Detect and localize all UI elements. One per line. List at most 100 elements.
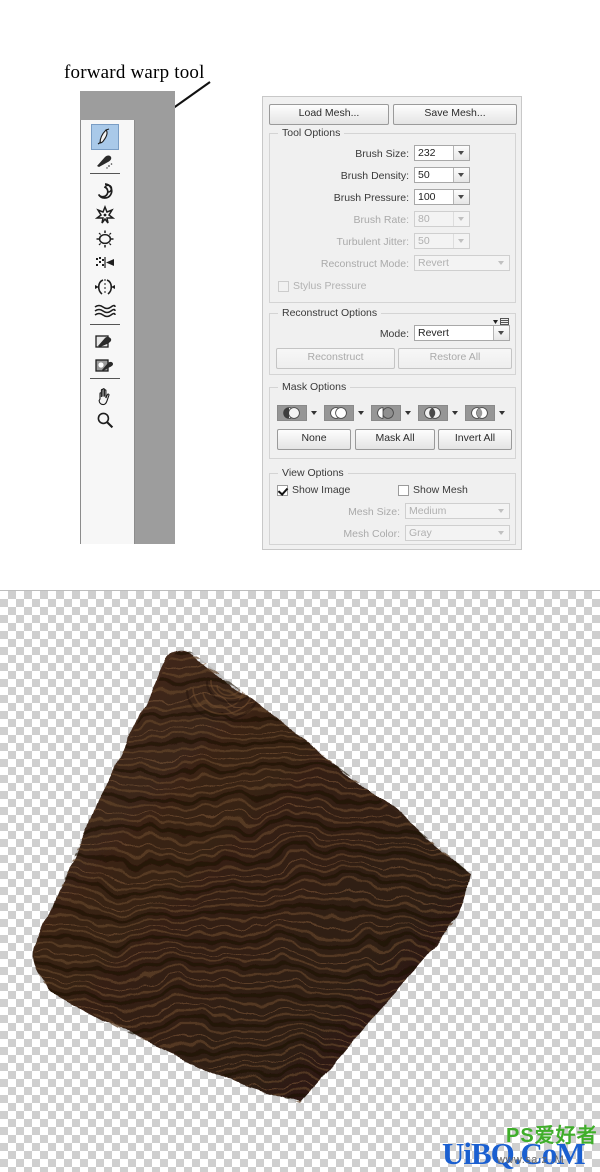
reconstruct-mode2-select[interactable]: Revert <box>414 325 510 341</box>
load-mesh-button[interactable]: Load Mesh... <box>269 104 389 125</box>
tool-pucker[interactable] <box>92 203 118 227</box>
reconstruct-options-group: Reconstruct Options Mode: Revert Reconst… <box>269 307 516 375</box>
turbulence-icon <box>94 304 116 318</box>
restore-all-button-label: Restore All <box>429 351 481 363</box>
brush-size-label: Brush Size: <box>355 148 409 160</box>
mask-subtract-icon <box>377 407 394 419</box>
tool-zoom[interactable] <box>92 408 118 432</box>
mask-mode-subtract-from-selection[interactable] <box>371 405 401 421</box>
zoom-icon <box>97 412 114 429</box>
brush-density-input[interactable]: 50 <box>414 167 470 183</box>
mesh-color-chevron-down-icon <box>494 526 509 540</box>
reconstruct-mode2-chevron-down-icon[interactable] <box>493 326 509 340</box>
brush-pressure-input[interactable]: 100 <box>414 189 470 205</box>
turbulent-jitter-label: Turbulent Jitter: <box>336 236 409 248</box>
tool-push-left[interactable] <box>92 251 118 275</box>
turbulent-jitter-input: 50 <box>414 233 470 249</box>
tool-reconstruct[interactable] <box>92 149 118 173</box>
tool-hand[interactable] <box>92 384 118 408</box>
mask-replace-chevron-down-icon[interactable] <box>311 411 317 415</box>
brush-size-chevron-down-icon[interactable] <box>453 146 469 160</box>
mirror-icon <box>95 279 115 295</box>
brush-rate-input: 80 <box>414 211 470 227</box>
reconstruct-mode2-value: Revert <box>418 327 449 339</box>
reconstruct-mode-label: Reconstruct Mode: <box>320 258 409 270</box>
tool-options-group: Tool Options Brush Size: 232 Brush Densi… <box>269 127 516 303</box>
show-image-checkbox[interactable] <box>277 485 288 496</box>
brush-pressure-value: 100 <box>418 191 436 203</box>
watermark-sub-text: www.sa z .M <box>497 1154 565 1166</box>
mask-intersect-icon <box>424 407 441 419</box>
reconstruct-button: Reconstruct <box>276 348 395 369</box>
tool-mirror[interactable] <box>92 275 118 299</box>
site-watermark: PS爱好者 UiBQ.CoM www.sa z .M <box>440 1124 600 1171</box>
stylus-pressure-checkbox <box>278 281 289 292</box>
mesh-color-value: Gray <box>409 527 432 539</box>
reconstruct-icon <box>97 155 113 169</box>
mesh-size-select: Medium <box>405 503 510 519</box>
brush-rate-value: 80 <box>418 213 430 225</box>
restore-all-button: Restore All <box>398 348 512 369</box>
show-mesh-checkbox[interactable] <box>398 485 409 496</box>
reconstruct-mode-value: Revert <box>418 257 449 269</box>
mask-all-button[interactable]: Mask All <box>355 429 435 450</box>
tool-separator-1 <box>90 173 120 174</box>
brush-density-chevron-down-icon[interactable] <box>453 168 469 182</box>
tool-forward-warp[interactable] <box>91 124 119 150</box>
tool-turbulence[interactable] <box>92 299 118 323</box>
brush-density-value: 50 <box>418 169 430 181</box>
tool-bloat[interactable] <box>92 227 118 251</box>
freeze-mask-icon <box>95 335 112 348</box>
liquify-options-panel: Load Mesh... Save Mesh... Tool Options B… <box>262 96 522 550</box>
view-options-title: View Options <box>278 467 348 479</box>
tool-palette-background <box>80 91 175 544</box>
mask-invert-all-label: Invert All <box>454 432 496 444</box>
mask-intersect-chevron-down-icon[interactable] <box>452 411 458 415</box>
load-mesh-label: Load Mesh... <box>298 107 360 119</box>
brush-pressure-chevron-down-icon[interactable] <box>453 190 469 204</box>
mesh-color-label: Mesh Color: <box>343 528 400 540</box>
mask-subtract-chevron-down-icon[interactable] <box>405 411 411 415</box>
save-mesh-button[interactable]: Save Mesh... <box>393 104 517 125</box>
brush-density-label: Brush Density: <box>340 170 409 182</box>
mask-invert-all-button[interactable]: Invert All <box>438 429 512 450</box>
twirl-icon <box>97 183 113 199</box>
wood-texture-shape <box>34 650 470 1103</box>
mesh-color-select: Gray <box>405 525 510 541</box>
brush-rate-chevron-down-icon <box>453 212 469 226</box>
reconstruct-mode-select: Revert <box>414 255 510 271</box>
thaw-mask-icon <box>95 359 113 372</box>
mask-invert-icon <box>471 407 488 419</box>
mask-mode-invert-selection[interactable] <box>465 405 495 421</box>
mesh-size-label: Mesh Size: <box>348 506 400 518</box>
turbulent-jitter-value: 50 <box>418 235 430 247</box>
brush-size-value: 232 <box>418 147 436 159</box>
tool-thaw-mask[interactable] <box>92 354 118 378</box>
brush-pressure-label: Brush Pressure: <box>333 192 409 204</box>
mask-options-group: Mask Options None Mask All Invert All <box>269 381 516 459</box>
brush-size-input[interactable]: 232 <box>414 145 470 161</box>
save-mesh-label: Save Mesh... <box>424 107 486 119</box>
mask-none-button[interactable]: None <box>277 429 351 450</box>
tool-freeze-mask[interactable] <box>92 330 118 354</box>
mask-invert-chevron-down-icon[interactable] <box>499 411 505 415</box>
reconstruct-mode-chevron-down-icon <box>494 256 509 270</box>
push-left-icon <box>96 257 114 268</box>
show-image-label: Show Image <box>292 484 351 496</box>
mask-mode-intersect-with-selection[interactable] <box>418 405 448 421</box>
mask-all-label: Mask All <box>375 432 415 444</box>
liquify-dialog-screenshot: forward warp tool Load Mesh... Save Mesh… <box>0 0 600 590</box>
tool-separator-2 <box>90 324 120 325</box>
mask-mode-add-to-selection[interactable] <box>324 405 354 421</box>
tool-twirl-clockwise[interactable] <box>92 179 118 203</box>
forward-warp-icon <box>97 128 110 145</box>
turbulent-jitter-chevron-down-icon <box>453 234 469 248</box>
hand-icon <box>98 387 110 405</box>
mask-mode-replace-selection[interactable] <box>277 405 307 421</box>
mask-replace-icon <box>283 407 300 419</box>
mesh-size-value: Medium <box>409 505 447 517</box>
wood-texture-canvas[interactable] <box>0 590 600 1172</box>
bloat-icon <box>96 230 114 248</box>
mask-add-chevron-down-icon[interactable] <box>358 411 364 415</box>
view-options-group: View Options Show Image Show Mesh Mesh S… <box>269 467 516 545</box>
